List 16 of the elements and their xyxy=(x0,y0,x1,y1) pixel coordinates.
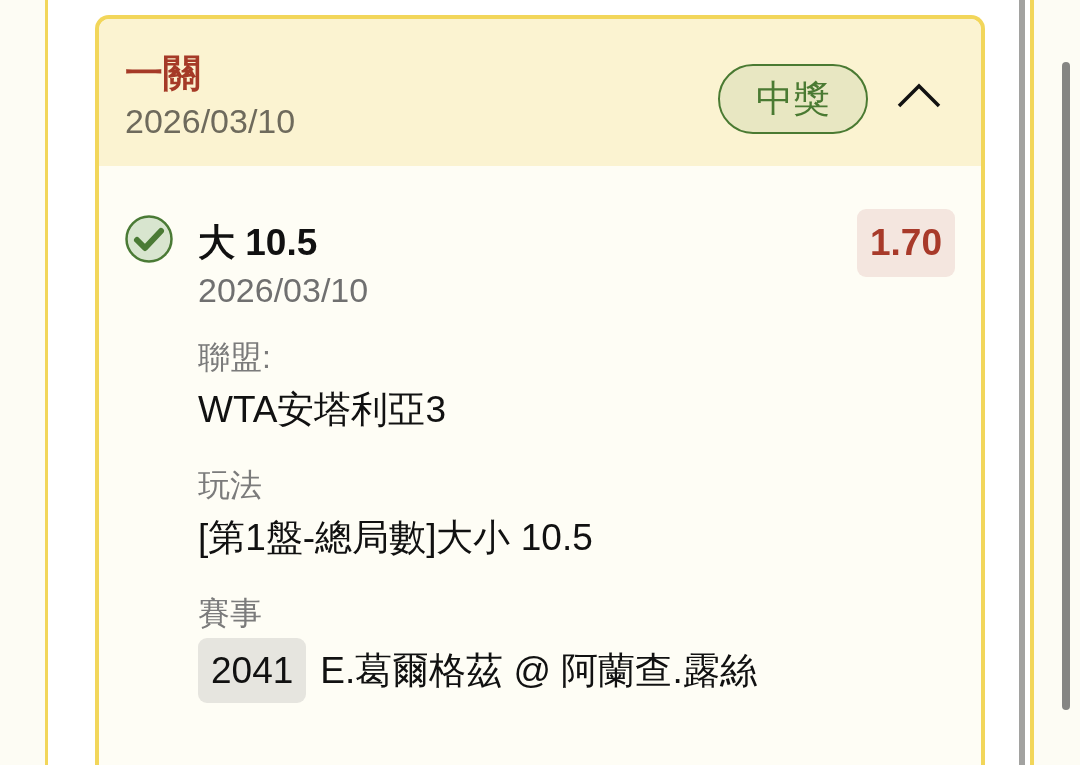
status-badge: 中獎 xyxy=(718,64,868,134)
bet-date: 2026/03/10 xyxy=(125,101,297,141)
selection-title: 大 10.5 xyxy=(198,221,319,265)
field-label: 玩法 xyxy=(198,466,263,505)
field-value: [第1盤-總局數]大小 10.5 xyxy=(198,516,594,560)
scrollbar[interactable] xyxy=(1019,0,1025,765)
field-label: 聯盟: xyxy=(198,338,272,377)
match-id-tag: 2041 xyxy=(198,638,307,703)
selection-date: 2026/03/10 xyxy=(198,270,370,310)
bet-type-title: 一關 xyxy=(125,51,202,95)
field-label: 賽事 xyxy=(198,594,263,633)
chevron-up-icon[interactable] xyxy=(897,82,941,108)
scrollbar[interactable] xyxy=(1062,62,1070,710)
odds-tag: 1.70 xyxy=(857,209,955,277)
match-teams: E.葛爾格茲 @ 阿蘭查.露絲 xyxy=(320,648,757,693)
field-value: WTA安塔利亞3 xyxy=(198,388,448,432)
